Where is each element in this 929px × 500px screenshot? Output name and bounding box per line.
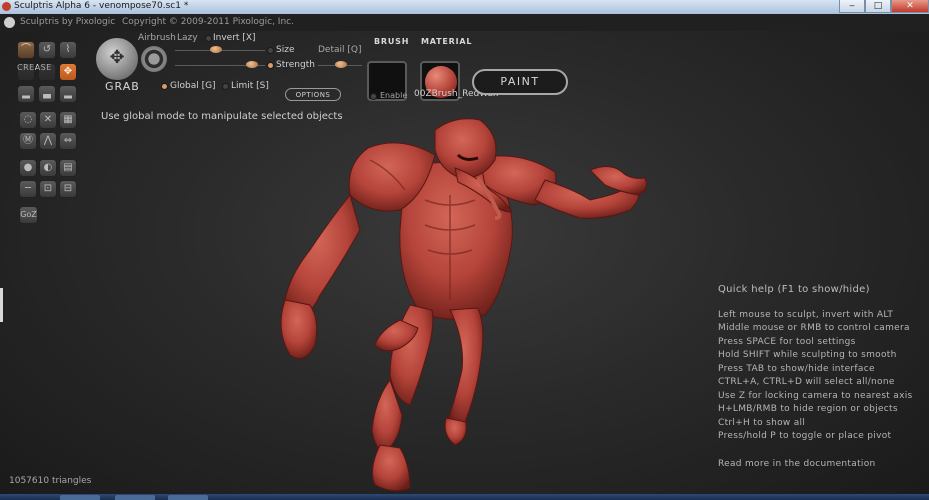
quick-help-title: Quick help (F1 to show/hide) — [718, 284, 870, 295]
app-icon — [2, 2, 11, 11]
new-sphere-icon[interactable]: ● — [19, 159, 37, 177]
maximize-button[interactable]: □ — [865, 0, 891, 13]
help-line: CTRL+A, CTRL+D will select all/none — [718, 377, 895, 387]
material-title: MATERIAL — [421, 37, 473, 46]
global-label: Global [G] — [170, 81, 216, 91]
strength-slider-knob[interactable] — [246, 61, 258, 68]
help-line: H+LMB/RMB to hide region or objects — [718, 404, 898, 414]
reduce-brush-icon[interactable]: ◌ — [19, 111, 37, 129]
symmetry-icon[interactable]: ⋀ — [39, 132, 57, 150]
help-line: Hold SHIFT while sculpting to smooth — [718, 350, 897, 360]
export-icon[interactable]: ⊟ — [59, 180, 77, 198]
size-slider-knob[interactable] — [210, 46, 222, 53]
taskbar-item[interactable] — [115, 495, 155, 500]
help-line: Use Z for locking camera to nearest axis — [718, 391, 913, 401]
help-line: Left mouse to sculpt, invert with ALT — [718, 310, 894, 320]
window-title: Sculptris Alpha 6 - venompose70.sc1 * — [14, 1, 189, 11]
global-toggle[interactable] — [161, 83, 168, 90]
brush-enable-toggle[interactable] — [370, 93, 377, 100]
limit-label: Limit [S] — [231, 81, 269, 91]
help-line: Press SPACE for tool settings — [718, 337, 856, 347]
subdivide-icon[interactable]: ▦ — [59, 111, 77, 129]
save-icon[interactable]: ─ — [19, 180, 37, 198]
new-plane-icon[interactable]: ◐ — [39, 159, 57, 177]
app-header: Sculptris by Pixologic Copyright © 2009-… — [0, 14, 929, 31]
sculpted-figure[interactable] — [250, 100, 670, 500]
help-line: Press/hold P to toggle or place pivot — [718, 431, 892, 441]
invert-label: Invert [X] — [213, 33, 256, 43]
brush-enable-label: Enable — [380, 91, 408, 100]
taskbar-item[interactable] — [168, 495, 208, 500]
mirror-icon[interactable]: Ⓜ — [19, 132, 37, 150]
limit-toggle[interactable] — [222, 83, 229, 90]
app-name: Sculptris by Pixologic — [20, 17, 116, 27]
airbrush-label: Airbrush — [138, 33, 176, 43]
window-title-bar[interactable]: Sculptris Alpha 6 - venompose70.sc1 * ‒ … — [0, 0, 929, 14]
flatten-tool-icon[interactable]: ↺ — [38, 41, 56, 59]
size-label: Size — [276, 45, 295, 55]
pinch-tool-icon[interactable]: ⌇ — [59, 41, 77, 59]
sculptris-viewport[interactable]: Sculptris by Pixologic Copyright © 2009-… — [0, 14, 929, 500]
close-button[interactable]: ✕ — [891, 0, 929, 13]
sculptris-logo-icon — [4, 17, 15, 28]
import-icon[interactable]: ⊡ — [39, 180, 57, 198]
size-toggle[interactable] — [267, 47, 274, 54]
grab-brush-icon[interactable]: ✥ — [95, 37, 139, 81]
triangle-count: 1057610 triangles — [9, 476, 92, 486]
help-line: Press TAB to show/hide interface — [718, 364, 875, 374]
inflate-tool-icon[interactable] — [38, 63, 56, 81]
copyright-text: Copyright © 2009-2011 Pixologic, Inc. — [122, 17, 294, 27]
strength-label: Strength — [276, 60, 315, 70]
help-line: Middle mouse or RMB to control camera — [718, 323, 910, 333]
detail-slider-knob[interactable] — [335, 61, 347, 68]
minimize-button[interactable]: ‒ — [839, 0, 865, 13]
lazy-label: Lazy — [177, 33, 198, 43]
grab-label: GRAB — [105, 80, 140, 93]
open-file-icon[interactable]: ▤ — [59, 159, 77, 177]
help-line: Ctrl+H to show all — [718, 418, 806, 428]
strength-toggle[interactable] — [267, 62, 274, 69]
brush-title: BRUSH — [374, 37, 410, 46]
scale-tool-icon[interactable]: ▃ — [38, 85, 56, 103]
detail-label: Detail [Q] — [318, 45, 362, 55]
paint-button[interactable]: PAINT — [472, 69, 568, 95]
goz-button[interactable]: GoZ — [19, 206, 38, 224]
side-panel-handle[interactable] — [0, 288, 3, 322]
taskbar-item[interactable] — [60, 495, 100, 500]
documentation-link[interactable]: Read more in the documentation — [718, 459, 876, 469]
grab-tool-icon[interactable]: ✥ — [59, 63, 77, 81]
draw-tool-icon[interactable]: ⌒ — [17, 41, 35, 59]
reduce-selected-icon[interactable]: ✕ — [39, 111, 57, 129]
mask-icon[interactable]: ⇔ — [59, 132, 77, 150]
smooth-tool-icon[interactable]: ▂ — [17, 85, 35, 103]
airbrush-toggle-icon[interactable] — [141, 46, 167, 72]
crease-tool-icon[interactable] — [17, 63, 35, 81]
invert-toggle[interactable] — [205, 35, 212, 42]
rotate-tool-icon[interactable]: ▂ — [59, 85, 77, 103]
